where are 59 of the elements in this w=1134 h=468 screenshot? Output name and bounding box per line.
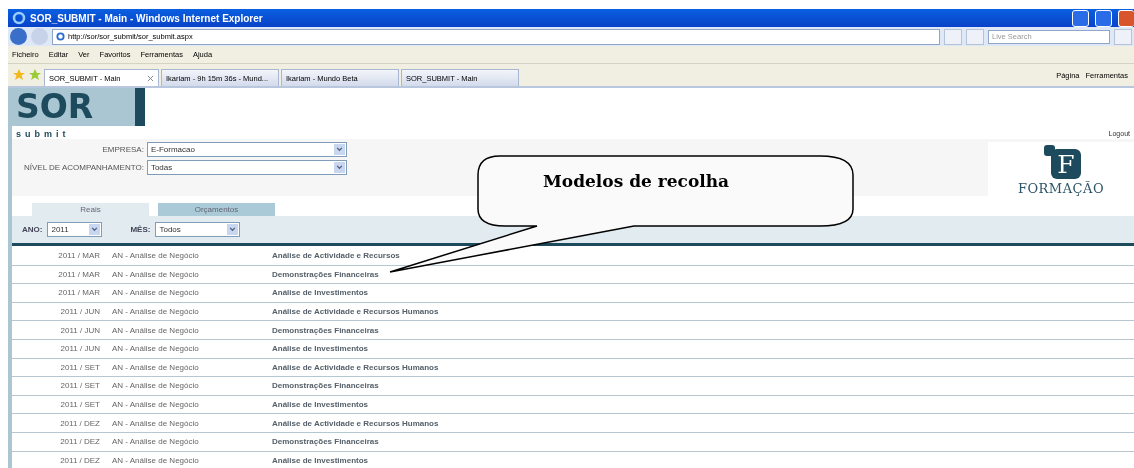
area-cell-text: AN - Análise de Negócio: [112, 325, 200, 335]
page-icon: [56, 32, 65, 41]
period-cell-text: 2011 / MAR: [57, 269, 101, 279]
area-cell-text: AN - Análise de Negócio: [112, 455, 200, 465]
model-link[interactable]: Análise de Investimentos: [272, 400, 369, 410]
model-link[interactable]: Demonstrações Financeiras: [272, 325, 379, 335]
model-link[interactable]: Demonstrações Financeiras: [272, 269, 379, 279]
field-label: EMPRESA:: [101, 145, 144, 154]
model-link[interactable]: Análise de Actividade e Recursos: [272, 251, 400, 261]
period-cell-text: 2011 / SET: [59, 381, 101, 391]
area-cell-text: AN - Análise de Negócio: [112, 269, 200, 279]
area-cell-text: AN - Análise de Negócio: [112, 418, 200, 428]
period-cell-text: 2011 / JUN: [59, 344, 101, 354]
close-button[interactable]: [1118, 9, 1134, 27]
model-link[interactable]: Demonstrações Financeiras: [272, 381, 379, 391]
period-cell-text: 2011 / DEZ: [59, 418, 101, 428]
model-link[interactable]: Análise de Investimentos: [272, 288, 369, 298]
period-cell-text: 2011 / JUN: [59, 307, 101, 317]
period-cell-text: 2011 / SET: [59, 362, 101, 372]
model-link[interactable]: Análise de Actividade e Recursos Humanos: [272, 362, 439, 372]
close-tab-icon[interactable]: [147, 74, 154, 82]
brand-name: FORMAÇÃO: [1017, 181, 1105, 196]
period-cell-text: 2011 / SET: [59, 400, 101, 410]
model-link[interactable]: Análise de Investimentos: [272, 344, 369, 354]
field-label: NÍVEL DE ACOMPANHAMENTO:: [24, 163, 144, 172]
model-link[interactable]: Análise de Actividade e Recursos Humanos: [272, 307, 439, 317]
dropdown-field[interactable]: Todas: [146, 160, 347, 175]
area-cell-text: AN - Análise de Negócio: [112, 362, 200, 372]
logo: SOR: [12, 88, 145, 126]
filter-label: MÊS:: [130, 225, 151, 234]
page-tab[interactable]: Orçamentos: [158, 203, 275, 216]
period-cell-text: 2011 / MAR: [57, 251, 101, 261]
period-cell-text: 2011 / MAR: [57, 288, 101, 298]
callout-text: Modelos de recolha: [543, 171, 730, 191]
area-cell-text: AN - Análise de Negócio: [112, 251, 200, 261]
dropdown-field[interactable]: E-Formacao: [146, 142, 347, 157]
star-icon[interactable]: [12, 68, 26, 82]
logo-subtitle: submit: [16, 128, 70, 139]
area-cell-text: AN - Análise de Negócio: [112, 288, 200, 298]
dropdown-field[interactable]: 2011: [47, 222, 103, 237]
window-title: SOR_SUBMIT - Main - Windows Internet Explorer: [30, 12, 264, 24]
area-cell-text: AN - Análise de Negócio: [112, 437, 200, 447]
area-cell-text: AN - Análise de Negócio: [112, 400, 200, 410]
period-cell-text: 2011 / JUN: [59, 325, 101, 335]
model-link[interactable]: Demonstrações Financeiras: [272, 437, 379, 447]
dropdown-field[interactable]: Todos: [155, 222, 241, 237]
period-cell-text: 2011 / DEZ: [59, 437, 101, 447]
area-cell-text: AN - Análise de Negócio: [112, 344, 200, 354]
filter-label: ANO:: [22, 225, 43, 234]
model-link[interactable]: Análise de Actividade e Recursos Humanos: [272, 418, 439, 428]
restore-button[interactable]: [1095, 9, 1112, 27]
page-tab[interactable]: Reais: [32, 203, 149, 216]
area-cell-text: AN - Análise de Negócio: [112, 307, 200, 317]
model-link[interactable]: Análise de Investimentos: [272, 455, 369, 465]
minimize-button[interactable]: [1072, 9, 1089, 27]
back-button[interactable]: [10, 28, 27, 45]
area-cell-text: AN - Análise de Negócio: [112, 381, 200, 391]
browser-icon: [12, 11, 26, 25]
period-cell-text: 2011 / DEZ: [59, 455, 101, 465]
